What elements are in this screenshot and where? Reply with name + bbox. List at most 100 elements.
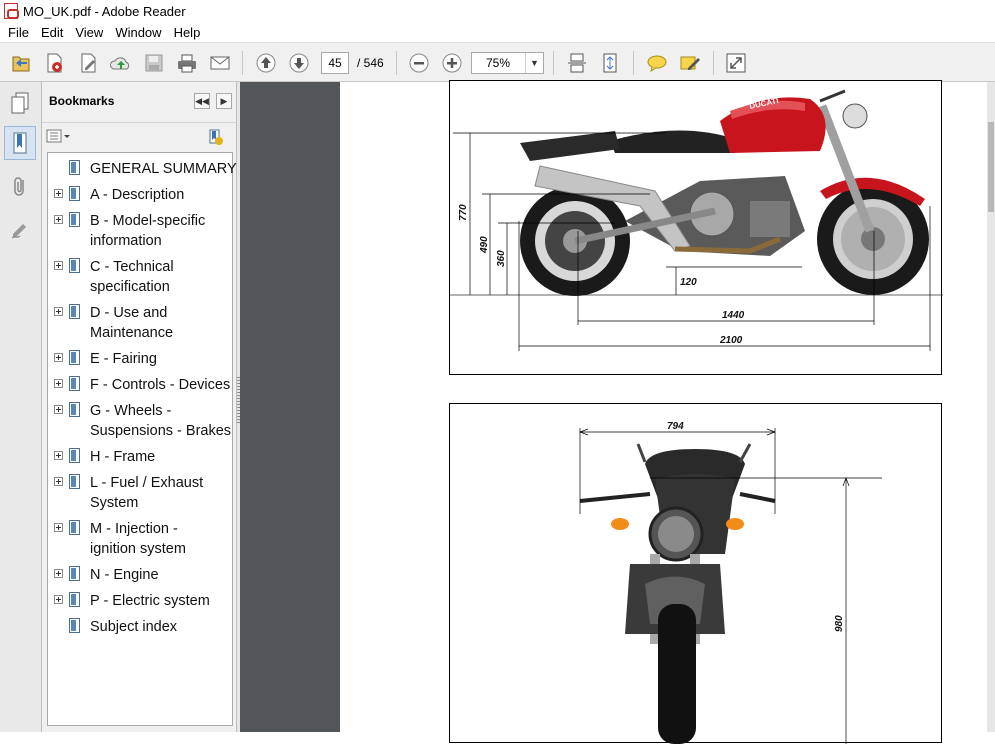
bookmark-item[interactable]: B - Model-specific information [48, 211, 234, 251]
bookmark-icon [69, 258, 80, 273]
expand-icon[interactable] [54, 451, 63, 460]
menu-file[interactable]: File [2, 25, 35, 40]
bookmark-item[interactable]: D - Use and Maintenance [48, 303, 234, 343]
expand-icon[interactable] [54, 405, 63, 414]
bookmark-icon [69, 520, 80, 535]
bookmarks-header: Bookmarks ◀◀ ▶ [42, 82, 237, 120]
dim-360: 360 [496, 250, 507, 267]
menu-help[interactable]: Help [168, 25, 207, 40]
toolbar-separator [713, 51, 714, 75]
document-view[interactable]: DUCATI 770 490 360 120 1440 2100 794 980 [240, 80, 995, 744]
title-bar: MO_UK.pdf - Adobe Reader [0, 0, 995, 22]
expand-icon[interactable] [54, 261, 63, 270]
sign-icon[interactable] [678, 51, 702, 75]
expand-icon[interactable] [54, 523, 63, 532]
bookmark-label: G - Wheels - Suspensions - Brakes [90, 403, 232, 439]
open-icon[interactable] [9, 51, 33, 75]
scrollbar-thumb[interactable] [988, 122, 994, 212]
bookmark-icon [69, 618, 80, 633]
zoom-select[interactable]: 75% ▼ [471, 52, 544, 74]
panel-next-icon[interactable]: ▶ [216, 93, 232, 109]
expand-icon[interactable] [54, 379, 63, 388]
create-pdf-icon[interactable] [42, 51, 66, 75]
new-bookmark-icon[interactable] [206, 128, 224, 149]
bookmark-item[interactable]: P - Electric system [48, 591, 234, 611]
bookmark-item[interactable]: E - Fairing [48, 349, 234, 369]
dim-2100: 2100 [719, 335, 743, 346]
bookmarks-icon[interactable] [4, 126, 36, 160]
zoom-out-icon[interactable] [407, 51, 431, 75]
toolbar-separator [553, 51, 554, 75]
dim-794: 794 [667, 421, 684, 432]
expand-icon[interactable] [54, 353, 63, 362]
bookmark-item[interactable]: C - Technical specification [48, 257, 234, 297]
pdf-page: DUCATI 770 490 360 120 1440 2100 794 980 [340, 80, 988, 744]
bookmark-label: B - Model-specific information [90, 213, 206, 249]
bookmark-label: D - Use and Maintenance [90, 305, 174, 341]
attachments-icon[interactable] [4, 170, 36, 204]
upload-cloud-icon[interactable] [109, 51, 133, 75]
navigation-rail [0, 82, 42, 732]
menu-edit[interactable]: Edit [35, 25, 69, 40]
bookmarks-tools [42, 122, 237, 150]
menu-window[interactable]: Window [109, 25, 167, 40]
previous-page-icon[interactable] [254, 51, 278, 75]
page-thumbnails-icon[interactable] [4, 86, 36, 120]
dim-120: 120 [680, 277, 697, 288]
bookmark-item[interactable]: L - Fuel / Exhaust System [48, 473, 234, 513]
bookmark-icon [69, 592, 80, 607]
bookmark-item[interactable]: N - Engine [48, 565, 234, 585]
pdf-app-icon [4, 3, 19, 19]
bookmark-label: C - Technical specification [90, 259, 174, 295]
bookmark-label: GENERAL SUMMARY [90, 161, 237, 177]
bookmark-label: F - Controls - Devices [90, 377, 231, 393]
scrolling-mode-icon[interactable] [565, 51, 589, 75]
expand-icon[interactable] [54, 477, 63, 486]
bookmark-label: H - Frame [90, 449, 156, 465]
menu-bar: File Edit View Window Help [0, 22, 995, 42]
signatures-icon[interactable] [4, 212, 36, 246]
fit-page-icon[interactable] [598, 51, 622, 75]
bookmark-icon [69, 376, 80, 391]
vertical-scrollbar[interactable] [987, 82, 995, 732]
comment-icon[interactable] [645, 51, 669, 75]
bookmark-item[interactable]: G - Wheels - Suspensions - Brakes [48, 401, 234, 441]
edit-pdf-icon[interactable] [76, 51, 100, 75]
bookmark-label: N - Engine [90, 567, 159, 583]
expand-icon[interactable] [54, 595, 63, 604]
collapse-panel-icon[interactable]: ◀◀ [194, 93, 210, 109]
bookmark-item[interactable]: H - Frame [48, 447, 234, 467]
dim-770: 770 [458, 204, 469, 221]
email-icon[interactable] [208, 51, 232, 75]
page-number-input[interactable]: 45 [321, 52, 349, 74]
bookmark-label: L - Fuel / Exhaust System [90, 475, 204, 511]
bookmark-item[interactable]: M - Injection - ignition system [48, 519, 234, 559]
bookmark-label: A - Description [90, 187, 185, 203]
print-icon[interactable] [175, 51, 199, 75]
expand-icon[interactable] [54, 307, 63, 316]
chevron-down-icon[interactable]: ▼ [525, 53, 543, 73]
bookmark-item[interactable]: GENERAL SUMMARY [48, 159, 237, 179]
toolbar-separator [396, 51, 397, 75]
menu-view[interactable]: View [69, 25, 109, 40]
zoom-in-icon[interactable] [440, 51, 464, 75]
zoom-value: 75% [486, 56, 511, 70]
bookmark-item[interactable]: A - Description [48, 185, 234, 205]
save-icon[interactable] [142, 51, 166, 75]
dim-980: 980 [834, 615, 845, 632]
expand-icon[interactable] [54, 569, 63, 578]
toolbar-separator [242, 51, 243, 75]
dim-490: 490 [479, 236, 490, 254]
full-screen-icon[interactable] [724, 51, 748, 75]
next-page-icon[interactable] [287, 51, 311, 75]
toolbar: 45 / 546 75% ▼ [0, 42, 995, 82]
bookmark-icon [69, 350, 80, 365]
dim-1440: 1440 [722, 310, 745, 321]
bookmark-list: GENERAL SUMMARY A - Description B - Model-… [47, 152, 237, 726]
expand-icon[interactable] [54, 215, 63, 224]
expand-icon[interactable] [54, 189, 63, 198]
bookmark-item[interactable]: Subject index [48, 617, 234, 637]
options-menu-icon[interactable] [46, 129, 72, 148]
bookmark-label: E - Fairing [90, 351, 157, 367]
bookmark-item[interactable]: F - Controls - Devices [48, 375, 234, 395]
